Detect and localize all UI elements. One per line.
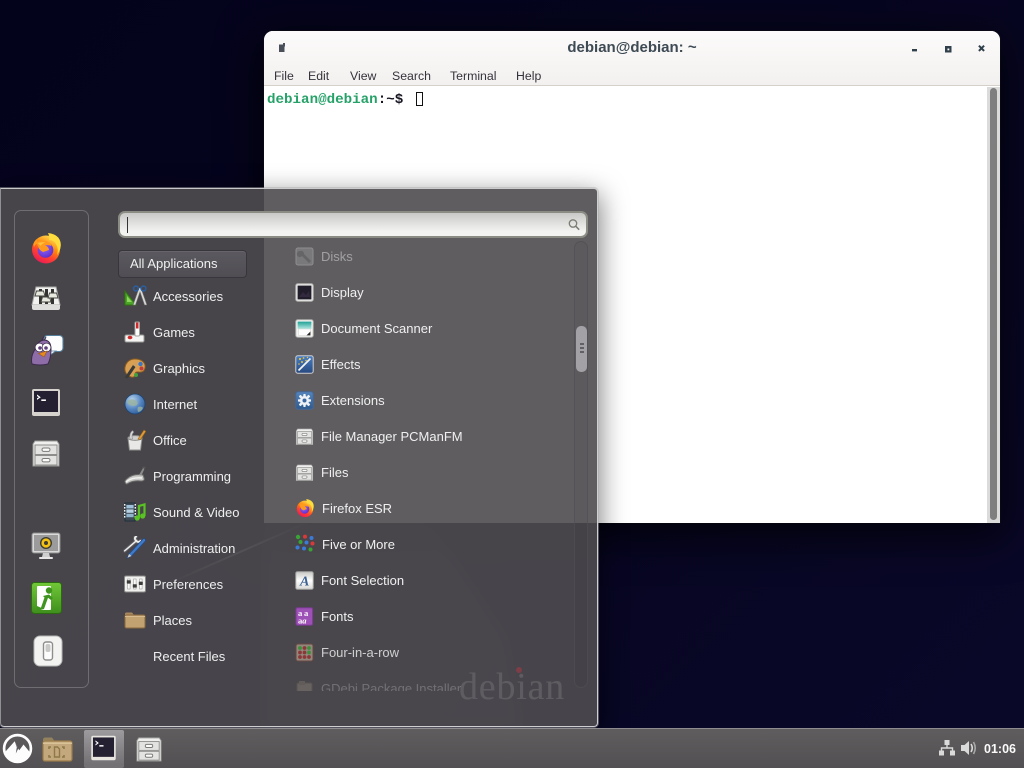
svg-text:A: A	[299, 574, 309, 589]
svg-text:aa: aa	[298, 615, 307, 625]
